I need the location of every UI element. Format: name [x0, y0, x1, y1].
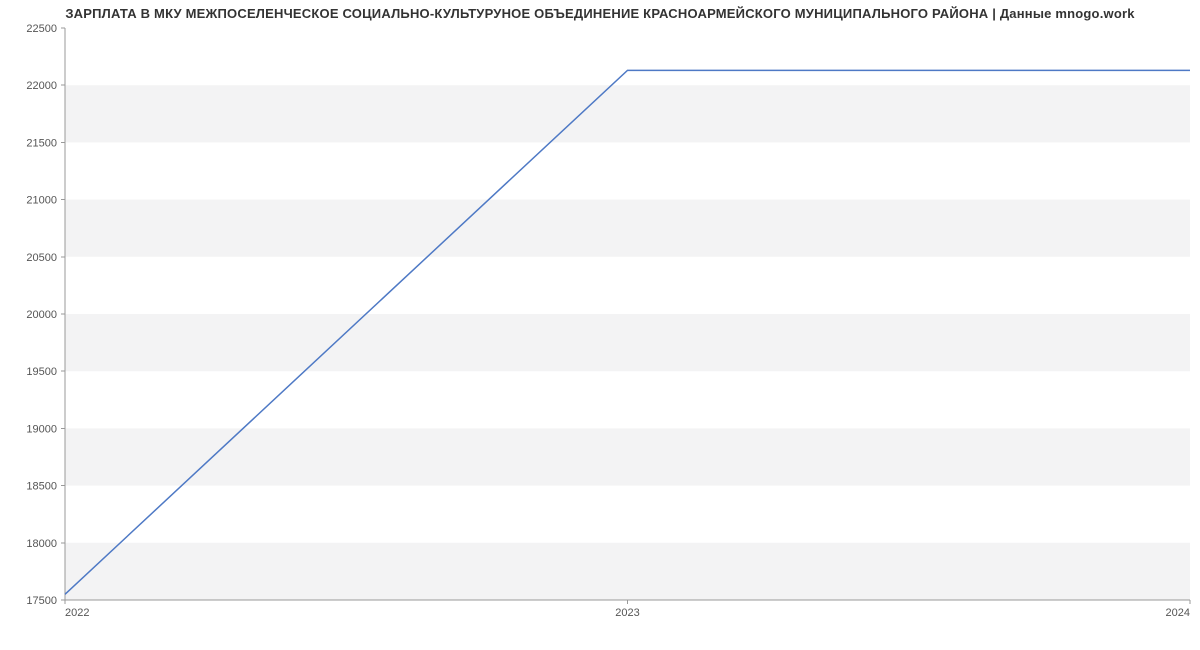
- svg-text:19500: 19500: [26, 366, 57, 378]
- svg-text:22500: 22500: [26, 23, 57, 35]
- chart-svg: 17500 18000 18500 19000 19500 20000 20500 21000…: [0, 0, 1200, 650]
- svg-text:20000: 20000: [26, 309, 57, 321]
- svg-text:2022: 2022: [65, 607, 89, 619]
- svg-text:20500: 20500: [26, 252, 57, 264]
- svg-text:2023: 2023: [615, 607, 639, 619]
- chart-container: ЗАРПЛАТА В МКУ МЕЖПОСЕЛЕНЧЕСКОЕ СОЦИАЛЬН…: [0, 0, 1200, 650]
- svg-text:18500: 18500: [26, 481, 57, 493]
- svg-text:22000: 22000: [26, 80, 57, 92]
- svg-text:19000: 19000: [26, 423, 57, 435]
- svg-text:21000: 21000: [26, 195, 57, 207]
- svg-text:21500: 21500: [26, 137, 57, 149]
- svg-text:18000: 18000: [26, 538, 57, 550]
- svg-text:2024: 2024: [1166, 607, 1190, 619]
- svg-text:17500: 17500: [26, 595, 57, 607]
